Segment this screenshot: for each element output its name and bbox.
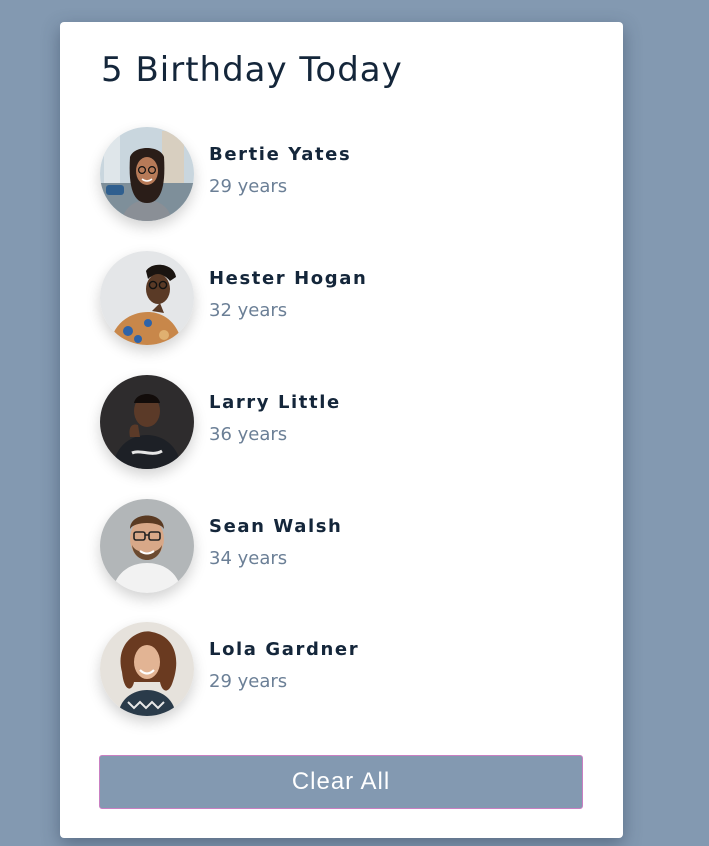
person-age: 34 years <box>209 548 288 569</box>
person-name: Larry Little <box>209 392 341 413</box>
avatar <box>100 251 194 345</box>
list-item: Bertie Yates 29 years <box>100 127 580 223</box>
page-title: 5 Birthday Today <box>101 50 403 90</box>
person-age: 32 years <box>209 300 288 321</box>
person-age: 29 years <box>209 671 288 692</box>
list-item: Larry Little 36 years <box>100 375 580 471</box>
list-item: Sean Walsh 34 years <box>100 499 580 595</box>
avatar <box>100 375 194 469</box>
avatar <box>100 127 194 221</box>
person-name: Lola Gardner <box>209 639 360 660</box>
clear-all-button[interactable]: Clear All <box>99 755 583 809</box>
avatar <box>100 499 194 593</box>
list-item: Lola Gardner 29 years <box>100 622 580 718</box>
person-name: Hester Hogan <box>209 268 368 289</box>
person-name: Sean Walsh <box>209 516 343 537</box>
avatar <box>100 622 194 716</box>
woman-curly-hair-photo-icon <box>100 622 194 716</box>
woman-glasses-floral-top-photo-icon <box>100 251 194 345</box>
birthday-card: 5 Birthday Today Bertie Yates 29 years H… <box>60 22 623 838</box>
woman-glasses-city-photo-icon <box>100 127 194 221</box>
person-name: Bertie Yates <box>209 144 352 165</box>
man-dark-shirt-photo-icon <box>100 375 194 469</box>
person-age: 29 years <box>209 176 288 197</box>
man-glasses-beard-photo-icon <box>100 499 194 593</box>
list-item: Hester Hogan 32 years <box>100 251 580 347</box>
person-age: 36 years <box>209 424 288 445</box>
